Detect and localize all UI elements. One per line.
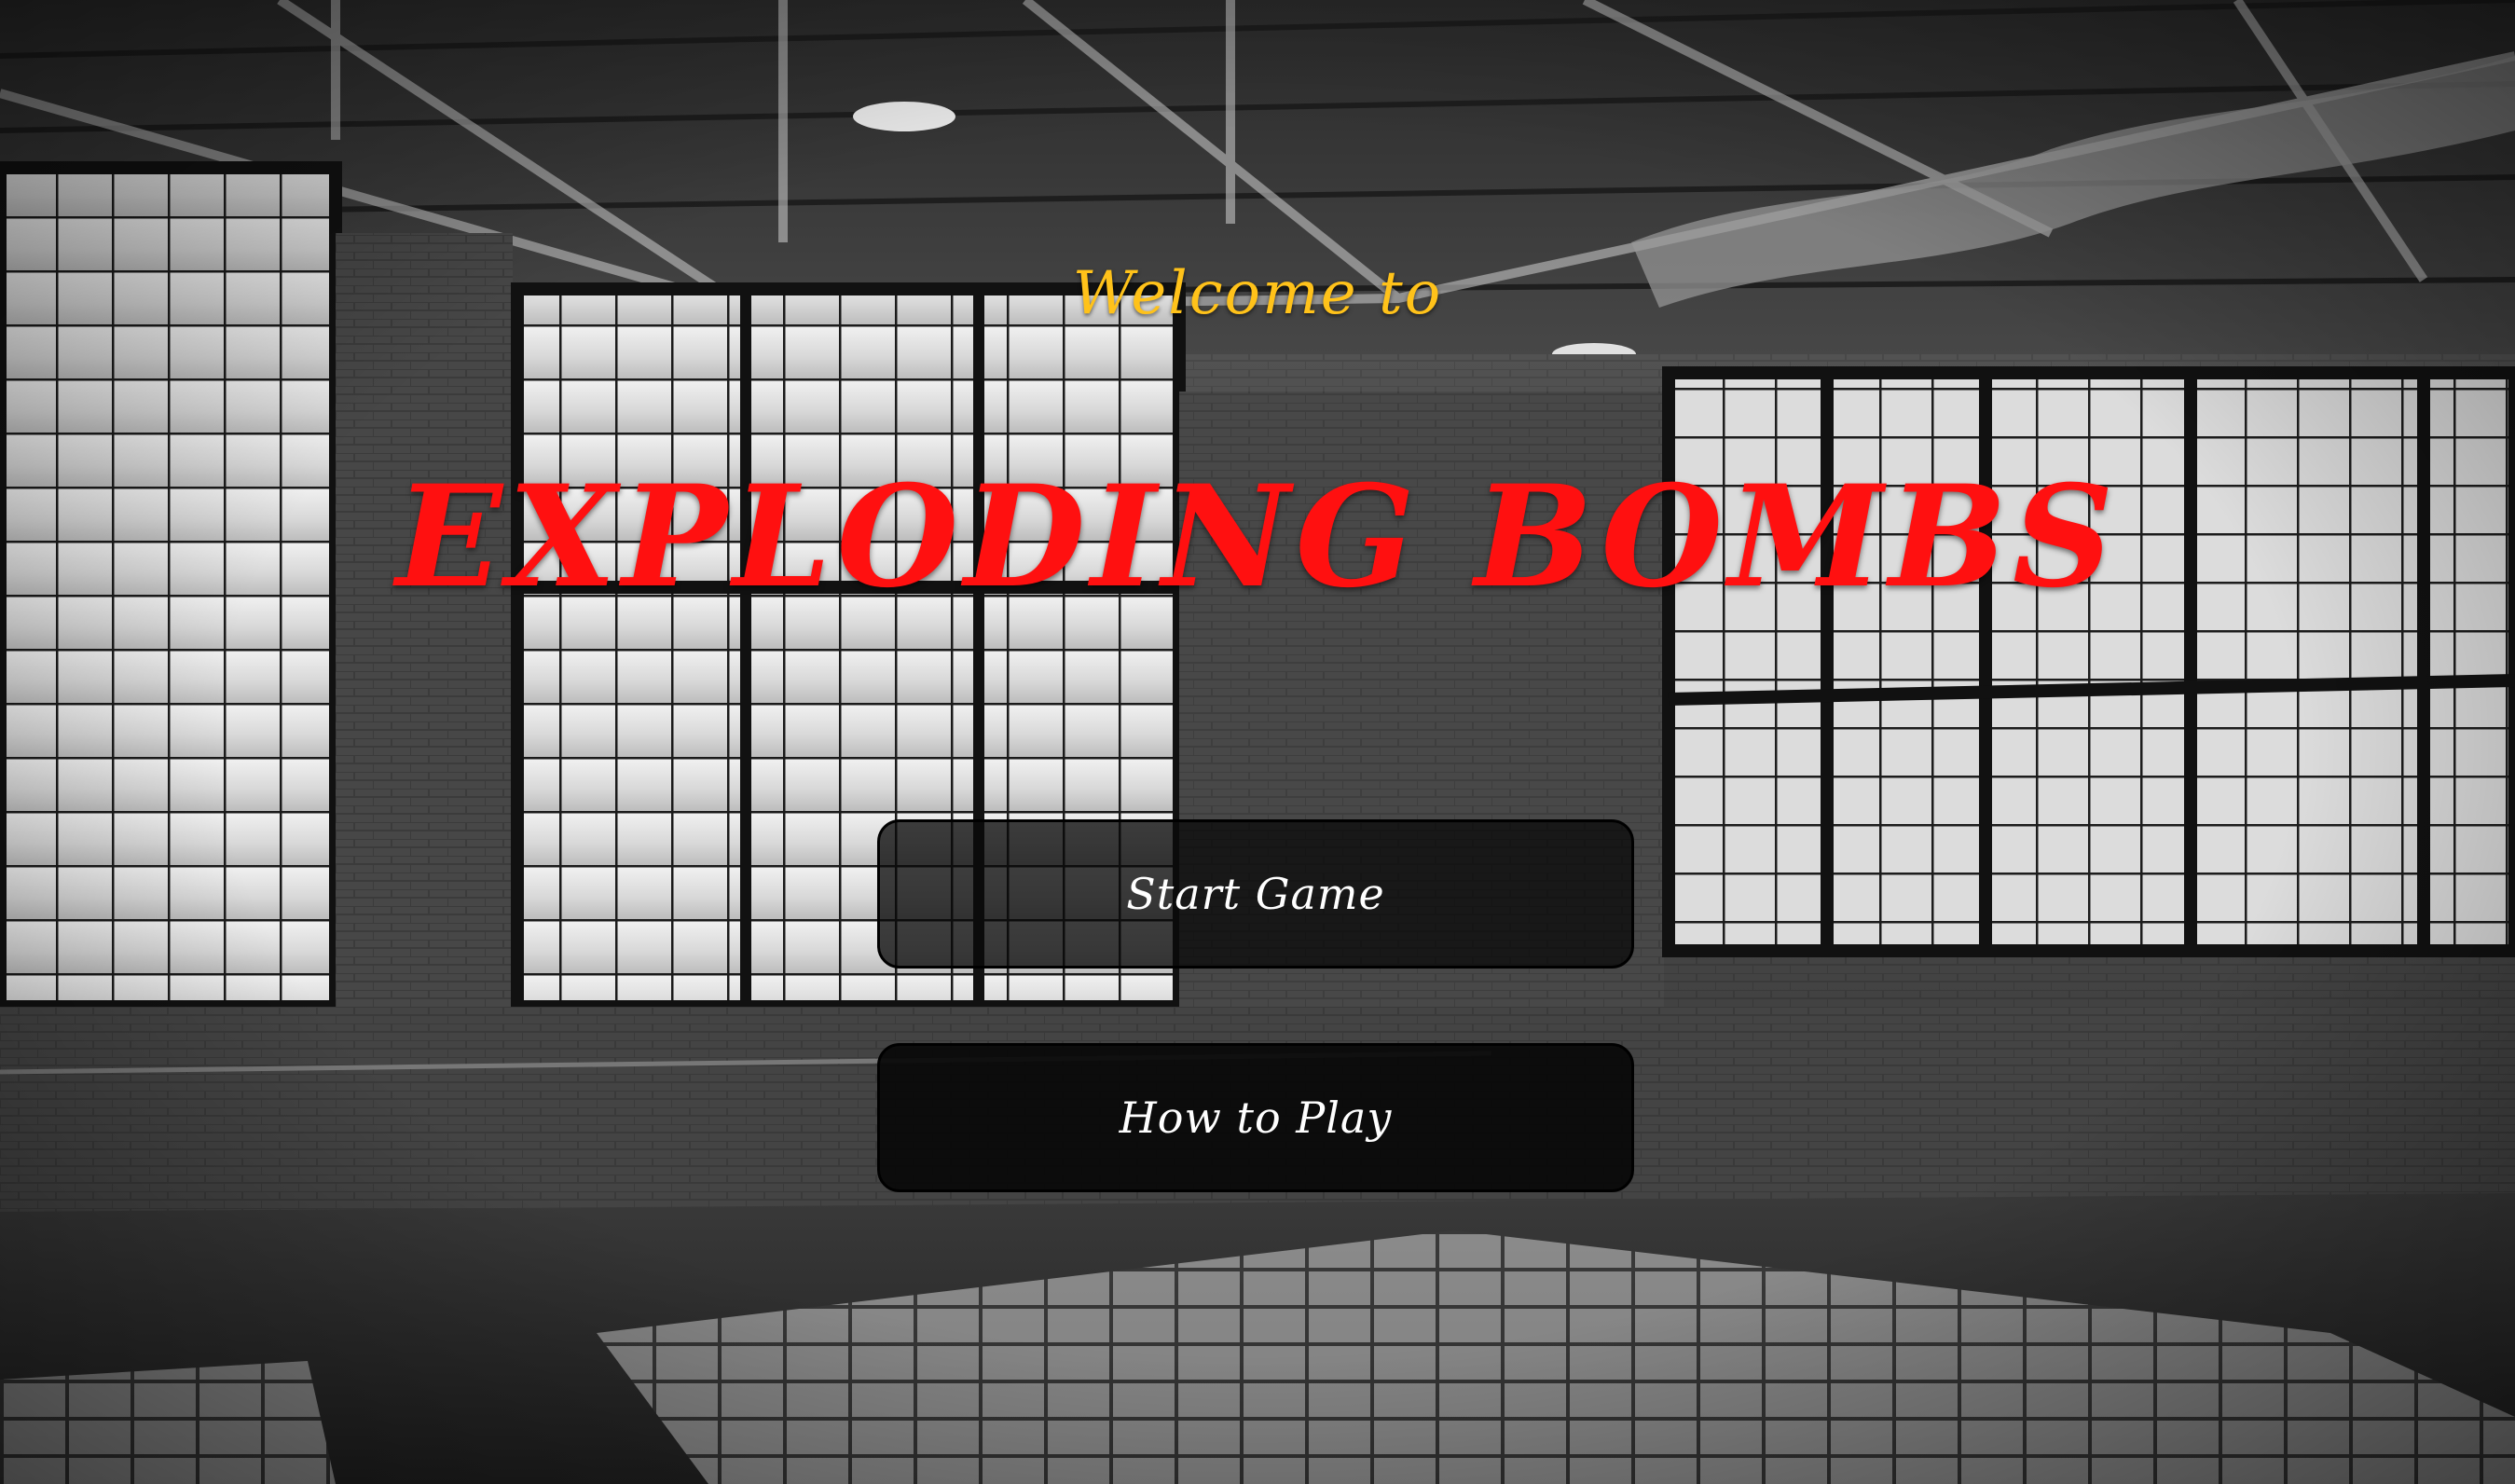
warehouse-background	[0, 0, 2515, 1484]
start-game-label: Start Game	[1126, 869, 1385, 919]
how-to-play-label: How to Play	[1119, 1092, 1393, 1143]
start-game-button[interactable]: Start Game	[877, 819, 1634, 969]
how-to-play-button[interactable]: How to Play	[877, 1043, 1634, 1192]
title-screen: Welcome to EXPLODING BOMBS Start Game Ho…	[0, 0, 2515, 1484]
game-title: EXPLODING BOMBS	[395, 455, 2120, 619]
welcome-text: Welcome to	[1072, 259, 1443, 328]
